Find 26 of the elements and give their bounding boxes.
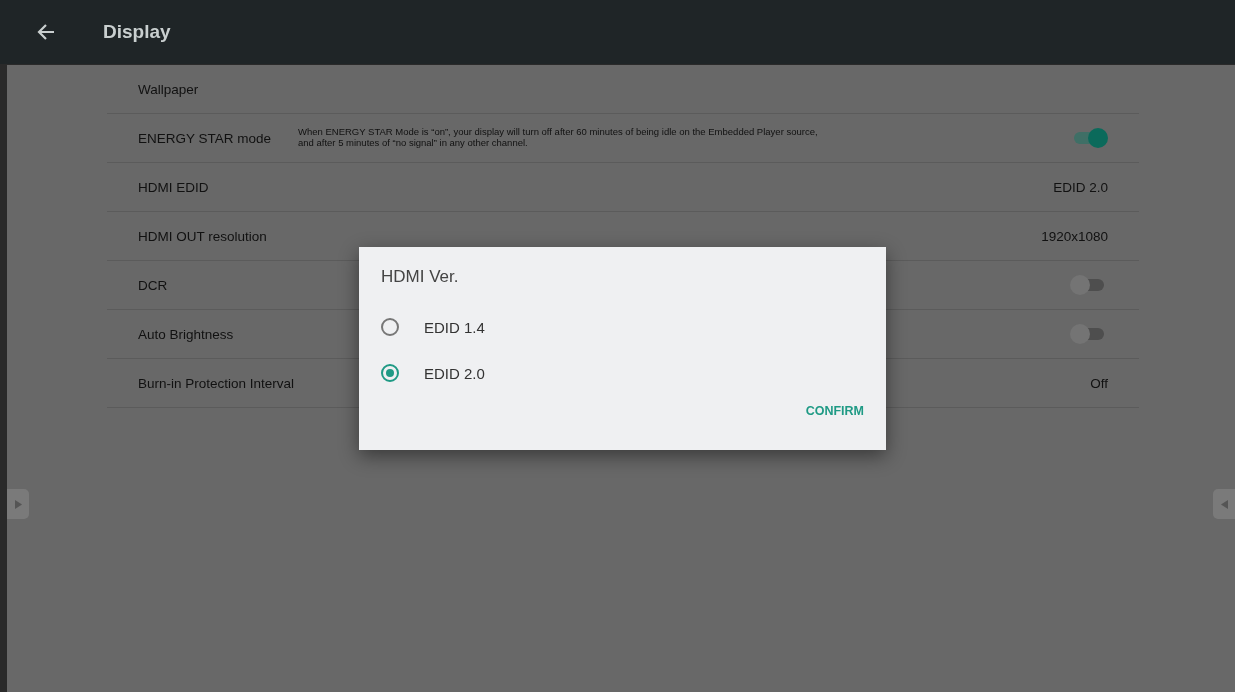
setting-label: Burn-in Protection Interval (138, 375, 296, 391)
option-label: EDID 1.4 (424, 318, 485, 336)
radio-button[interactable] (381, 318, 399, 336)
side-tab-handle[interactable] (7, 489, 29, 519)
play-icon (14, 499, 22, 509)
setting-label: HDMI EDID (138, 179, 210, 195)
radio-button[interactable] (381, 364, 399, 382)
play-icon (1220, 499, 1228, 509)
settings-row[interactable]: HDMI EDID EDID 2.0 (107, 163, 1139, 212)
setting-value: Off (1090, 375, 1108, 391)
setting-label: HDMI OUT resolution (138, 228, 268, 244)
setting-label: Auto Brightness (138, 326, 235, 342)
setting-value: 1920x1080 (1041, 228, 1108, 244)
option-label: EDID 2.0 (424, 364, 485, 382)
back-arrow-icon[interactable] (36, 22, 56, 42)
side-tab-handle[interactable] (1213, 489, 1235, 519)
page-title: Display (103, 21, 171, 43)
settings-row[interactable]: Wallpaper (107, 65, 1139, 114)
setting-description: When ENERGY STAR Mode is “on”, your display will turn off after 60 minutes of being idle on the Embedded Player source, and after 5 minutes of “no signal” in any other channel. (298, 127, 818, 149)
dialog-title: HDMI Ver. (381, 267, 460, 287)
settings-row[interactable]: ENERGY STAR mode When ENERGY STAR Mode is “on”, your display will turn off after 60 minutes of being idle on the Embedded Player source, and after 5 minutes of “no signal” in any other channel. (107, 114, 1139, 163)
setting-value: EDID 2.0 (1053, 179, 1108, 195)
setting-label: Wallpaper (138, 81, 200, 97)
setting-label: ENERGY STAR mode (138, 130, 273, 146)
confirm-button[interactable]: CONFIRM (805, 400, 864, 422)
setting-label: DCR (138, 277, 169, 293)
